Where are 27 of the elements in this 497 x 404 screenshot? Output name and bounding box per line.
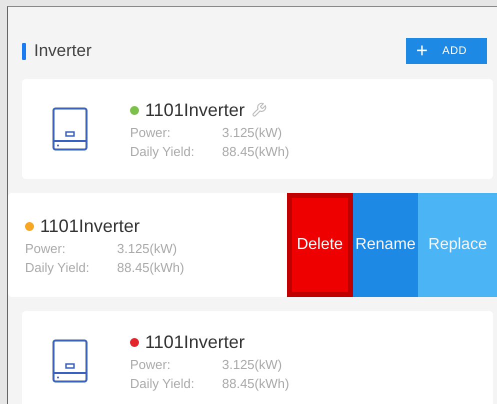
power-value: 3.125(kW) <box>117 240 178 256</box>
inverter-card[interactable]: 1101Inverter Power: 3.125(kW) Daily Yield: 88.45(kWh) <box>22 311 493 404</box>
section-title: Inverter <box>34 41 92 61</box>
yield-value: 88.45(kWh) <box>222 376 290 390</box>
yield-label: Daily Yield: <box>130 376 196 390</box>
power-label: Power: <box>130 356 172 372</box>
power-label: Power: <box>130 124 172 140</box>
replace-button[interactable]: Replace <box>418 193 497 297</box>
power-value: 3.125(kW) <box>222 356 283 372</box>
inverter-name: 1101Inverter <box>145 332 245 352</box>
yield-value: 88.45(kWh) <box>222 144 290 158</box>
power-label: Power: <box>25 240 66 256</box>
inverter-name: 1101Inverter <box>145 100 245 120</box>
inverter-card[interactable]: 1101Inverter Power: 3.125(kW) Daily Yield: 88.45(kWh) <box>22 79 493 179</box>
wrench-icon[interactable] <box>250 102 267 118</box>
inverter-icon <box>52 339 88 383</box>
delete-button[interactable]: Delete <box>287 193 353 297</box>
yield-label: Daily Yield: <box>130 144 196 158</box>
inverter-card[interactable]: 1101Inverter Power: 3.125(kW) Daily Yield: 88.45(kWh) Delete Rename Replace <box>8 193 497 297</box>
inverter-name: 1101Inverter <box>40 216 140 236</box>
title-accent-bar <box>22 42 26 60</box>
rename-button[interactable]: Rename <box>352 193 418 297</box>
power-value: 3.125(kW) <box>222 124 283 140</box>
yield-value: 88.45(kWh) <box>117 260 184 274</box>
add-button[interactable]: + ADD <box>406 38 487 64</box>
inverter-icon <box>52 107 88 151</box>
yield-label: Daily Yield: <box>25 260 90 274</box>
